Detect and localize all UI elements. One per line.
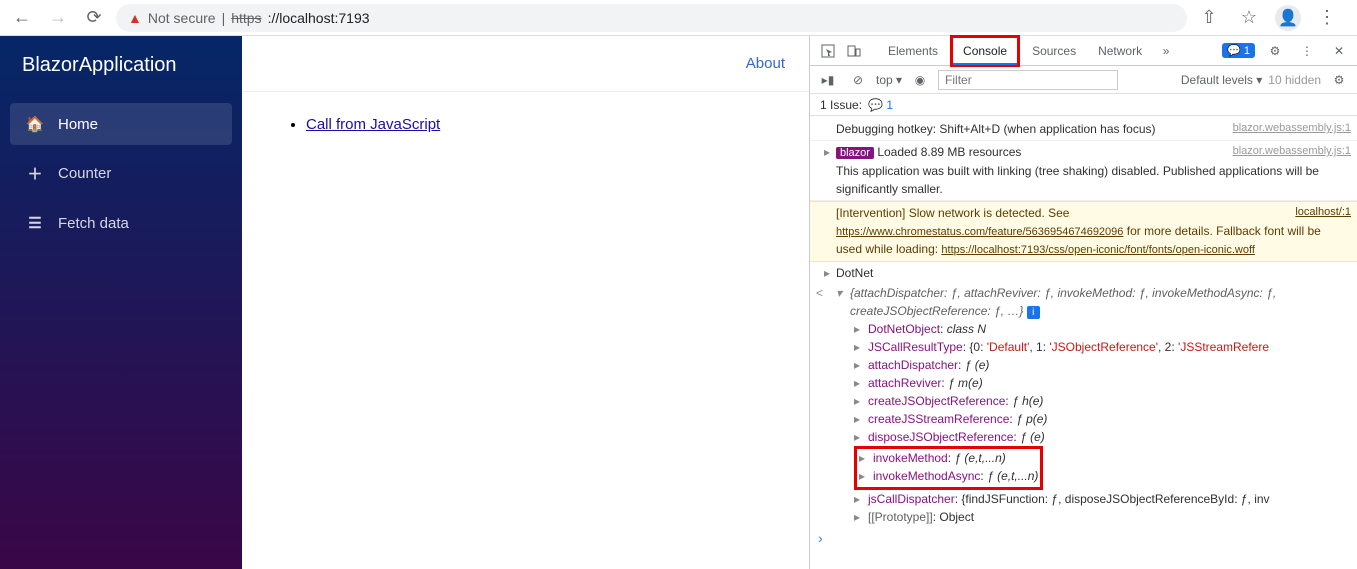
log-entry[interactable]: DotNet: [810, 262, 1357, 284]
bookmark-icon[interactable]: ☆: [1235, 4, 1263, 32]
sidebar-item-counter[interactable]: ＋ Counter: [10, 151, 232, 196]
eye-icon[interactable]: ◉: [908, 68, 932, 92]
clear-console-icon[interactable]: ⊘: [846, 68, 870, 92]
device-icon[interactable]: [842, 39, 866, 63]
obj-prop[interactable]: [[Prototype]]: Object: [854, 508, 1329, 526]
tab-console[interactable]: Console: [953, 38, 1017, 64]
sidebar-item-home[interactable]: 🏠 Home: [10, 103, 232, 145]
obj-prop[interactable]: createJSStreamReference: ƒ p(e): [854, 410, 1329, 428]
page-area: About Call from JavaScript: [242, 36, 809, 569]
devtools-tabbar: Elements Console Sources Network » 💬 1 ⚙…: [810, 36, 1357, 66]
address-bar[interactable]: ▲ Not secure | https://localhost:7193: [116, 4, 1187, 32]
obj-prop[interactable]: JSCallResultType: {0: 'Default', 1: 'JSO…: [854, 338, 1329, 356]
filter-input[interactable]: [938, 70, 1118, 90]
devtools-panel: Elements Console Sources Network » 💬 1 ⚙…: [809, 36, 1357, 569]
obj-prop[interactable]: createJSObjectReference: ƒ h(e): [854, 392, 1329, 410]
about-link[interactable]: About: [746, 55, 785, 72]
obj-prop[interactable]: DotNetObject: class N: [854, 320, 1329, 338]
issues-bar[interactable]: 1 Issue: 💬 1: [810, 94, 1357, 116]
messages-badge[interactable]: 💬 1: [1222, 43, 1255, 58]
obj-prop-invokemethod[interactable]: invokeMethod: ƒ (e,t,...n): [859, 449, 1038, 467]
warn-link[interactable]: https://www.chromestatus.com/feature/563…: [836, 226, 1123, 238]
obj-prop-invokemethodasync[interactable]: invokeMethodAsync: ƒ (e,t,...n): [859, 467, 1038, 485]
sidebar-item-fetchdata[interactable]: ☰ Fetch data: [10, 202, 232, 244]
menu-icon[interactable]: ⋮: [1313, 4, 1341, 32]
list-icon: ☰: [26, 214, 44, 232]
log-entry[interactable]: blazor Loaded 8.89 MB resources blazor.w…: [810, 141, 1357, 201]
call-from-js-link[interactable]: Call from JavaScript: [306, 116, 440, 133]
page-topbar: About: [242, 36, 809, 92]
context-selector[interactable]: top ▾: [876, 73, 902, 87]
info-icon[interactable]: i: [1027, 306, 1040, 319]
forward-button[interactable]: →: [44, 4, 72, 32]
tab-elements[interactable]: Elements: [878, 38, 948, 64]
tab-sources[interactable]: Sources: [1022, 38, 1086, 64]
inspect-icon[interactable]: [816, 39, 840, 63]
close-devtools-icon[interactable]: ✕: [1327, 39, 1351, 63]
plus-icon: ＋: [26, 163, 44, 184]
obj-prop[interactable]: attachDispatcher: ƒ (e): [854, 356, 1329, 374]
source-link[interactable]: blazor.webassembly.js:1: [1233, 143, 1351, 160]
profile-avatar[interactable]: 👤: [1275, 5, 1301, 31]
log-levels[interactable]: Default levels ▾: [1181, 73, 1262, 87]
warning-icon: ▲: [128, 10, 142, 26]
gear-icon[interactable]: ⚙: [1327, 68, 1351, 92]
back-button[interactable]: ←: [8, 4, 36, 32]
app-brand: BlazorApplication: [0, 36, 242, 95]
url-rest: ://localhost:7193: [268, 10, 370, 26]
tab-network[interactable]: Network: [1088, 38, 1152, 64]
log-entry: Debugging hotkey: Shift+Alt+D (when appl…: [810, 118, 1357, 141]
console-output: Debugging hotkey: Shift+Alt+D (when appl…: [810, 116, 1357, 569]
page-content: Call from JavaScript: [242, 92, 809, 158]
app-sidebar: BlazorApplication 🏠 Home ＋ Counter ☰ Fet…: [0, 36, 242, 569]
issues-label: 1 Issue:: [820, 98, 862, 112]
obj-prop[interactable]: disposeJSObjectReference: ƒ (e): [854, 428, 1329, 446]
not-secure-label: Not secure: [148, 10, 216, 26]
obj-prop[interactable]: jsCallDispatcher: {findJSFunction: ƒ, di…: [854, 490, 1329, 508]
source-link[interactable]: blazor.webassembly.js:1: [1233, 120, 1351, 137]
log-warning: [Intervention] Slow network is detected.…: [810, 201, 1357, 262]
browser-toolbar: ← → ⟳ ▲ Not secure | https://localhost:7…: [0, 0, 1357, 36]
settings-icon[interactable]: ⚙: [1263, 39, 1287, 63]
sidebar-toggle-icon[interactable]: ▸▮: [816, 68, 840, 92]
more-tabs-icon[interactable]: »: [1154, 39, 1178, 63]
sidebar-item-label: Fetch data: [58, 215, 129, 232]
sidebar-item-label: Home: [58, 116, 98, 133]
reload-button[interactable]: ⟳: [80, 4, 108, 32]
highlighted-methods: invokeMethod: ƒ (e,t,...n) invokeMethodA…: [854, 446, 1043, 490]
home-icon: 🏠: [26, 115, 44, 133]
console-toolbar: ▸▮ ⊘ top ▾ ◉ Default levels ▾ 10 hidden …: [810, 66, 1357, 94]
kebab-icon[interactable]: ⋮: [1295, 39, 1319, 63]
source-link[interactable]: localhost/:1: [1295, 204, 1351, 221]
url-scheme: https: [231, 10, 261, 26]
sidebar-item-label: Counter: [58, 165, 111, 182]
hidden-count: 10 hidden: [1268, 73, 1321, 87]
obj-prop[interactable]: attachReviver: ƒ m(e): [854, 374, 1329, 392]
warn-link[interactable]: https://localhost:7193/css/open-iconic/f…: [941, 244, 1254, 256]
object-header[interactable]: {attachDispatcher: ƒ, attachReviver: ƒ, …: [836, 284, 1329, 320]
share-icon[interactable]: ⇧: [1195, 4, 1223, 32]
console-prompt[interactable]: ›: [810, 528, 1357, 549]
